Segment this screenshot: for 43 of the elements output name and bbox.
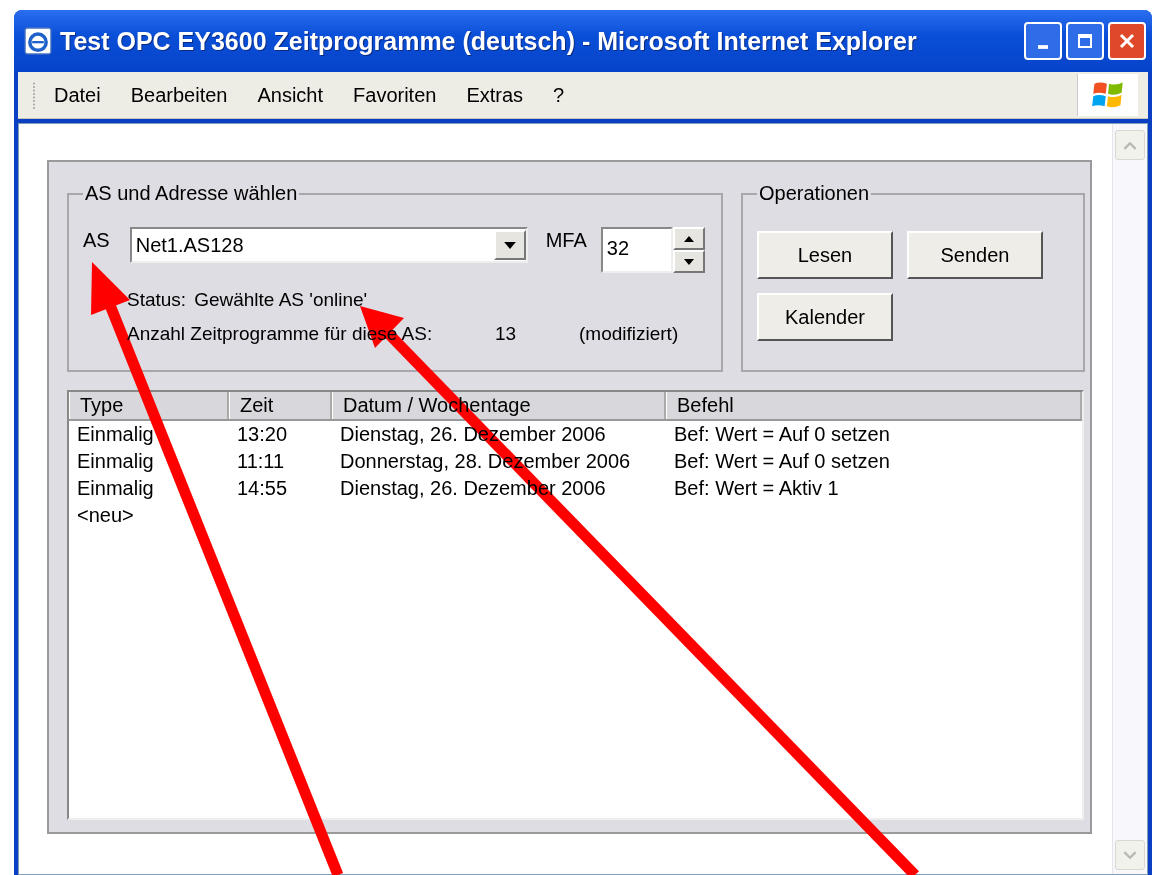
table-cell-text: 14:55: [236, 476, 289, 501]
status-label: Status:: [127, 289, 187, 311]
column-header[interactable]: Zeit: [229, 392, 332, 419]
as-dropdown[interactable]: Net1.AS128: [129, 227, 528, 263]
table-cell-text: <neu>: [76, 503, 135, 528]
menu-item[interactable]: Datei: [54, 83, 101, 107]
table-cell-text: Bef: Wert = Auf 0 setzen: [673, 422, 891, 447]
table-cell-text: 11:11: [236, 449, 286, 474]
menu-item[interactable]: Ansicht: [257, 83, 324, 107]
action-button[interactable]: Senden: [907, 231, 1043, 279]
table-cell-text: Einmalig: [76, 449, 155, 474]
table-cell-text: Bef: Wert = Auf 0 setzen: [673, 449, 891, 474]
browser-icon: [24, 27, 52, 55]
spin-up-icon[interactable]: [672, 227, 705, 250]
menu-item[interactable]: Extras: [466, 83, 524, 107]
column-header[interactable]: Befehl: [666, 392, 1082, 419]
status-text: Gewählte AS 'online': [194, 289, 368, 311]
menu-item[interactable]: Bearbeiten: [130, 83, 228, 107]
window-title: Test OPC EY3600 Zeitprogramme (deutsch) - Microsoft Internet Explorer: [60, 26, 918, 56]
maximize-icon: [1075, 31, 1095, 51]
windows-logo-icon: [1077, 74, 1138, 116]
menu-item[interactable]: ?: [553, 83, 565, 107]
count-value: 13: [495, 323, 518, 345]
maximize-button[interactable]: [1066, 22, 1104, 60]
menu-item[interactable]: Favoriten: [353, 83, 437, 107]
close-icon: [1117, 31, 1137, 51]
minimize-icon: [1038, 45, 1048, 49]
mfa-label: MFA: [545, 229, 587, 252]
table-cell-text: Einmalig: [76, 476, 155, 501]
modified-note: (modifiziert): [579, 323, 679, 345]
table-cell-text: Einmalig: [76, 422, 155, 447]
close-button[interactable]: [1108, 22, 1146, 60]
table-cell-text: Bef: Wert = Aktiv 1: [673, 476, 840, 501]
table-cell-text: 13:20: [236, 422, 289, 447]
as-label: AS: [83, 229, 110, 252]
spin-down-icon[interactable]: [672, 250, 705, 273]
action-button[interactable]: Kalender: [757, 293, 893, 341]
group-title: AS und Adresse wählen: [84, 182, 299, 205]
group-title: Operationen: [758, 182, 871, 205]
action-button[interactable]: Lesen: [757, 231, 893, 279]
toolbar-grip-icon: [32, 80, 36, 110]
minimize-button[interactable]: [1024, 22, 1062, 60]
column-header[interactable]: Type: [69, 392, 229, 419]
